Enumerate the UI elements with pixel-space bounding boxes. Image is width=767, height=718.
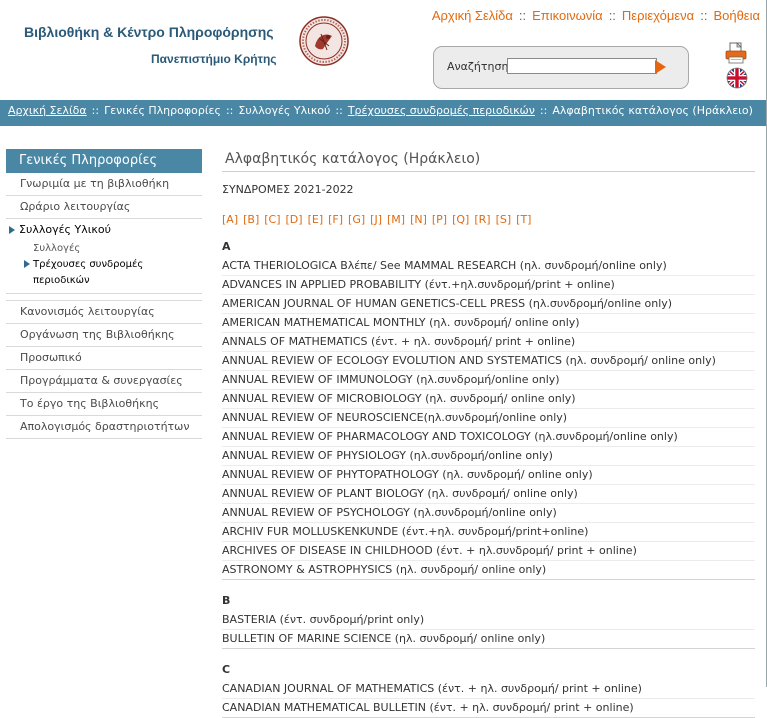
journal-section: C CANADIAN JOURNAL OF MATHEMATICS (έντ. +… bbox=[222, 663, 755, 718]
nav-contact-link[interactable]: Επικοινωνία bbox=[532, 8, 603, 23]
sidebar-item-opening-hours[interactable]: Ωράριο λειτουργίας bbox=[6, 196, 202, 219]
sidebar: Γενικές Πληροφορίες Γνωριμία με τη βιβλι… bbox=[6, 149, 202, 439]
sidebar-item-collections[interactable]: Συλλογές Υλικού bbox=[6, 219, 202, 241]
breadcrumb-home-link[interactable]: Αρχική Σελίδα bbox=[8, 104, 87, 117]
letter-link[interactable]: [M] bbox=[387, 213, 405, 226]
search-panel: Αναζήτηση bbox=[433, 46, 689, 89]
english-flag-icon[interactable] bbox=[725, 67, 749, 89]
letter-link[interactable]: [B] bbox=[243, 213, 259, 226]
section-letter: A bbox=[222, 240, 231, 253]
section-divider bbox=[222, 648, 755, 649]
library-title[interactable]: Βιβλιοθήκη & Κέντρο Πληροφόρησης bbox=[24, 24, 274, 40]
letter-link[interactable]: [P] bbox=[432, 213, 447, 226]
sidebar-item-programs[interactable]: Προγράμματα & συνεργασίες bbox=[6, 370, 202, 393]
sidebar-item-label: Συλλογές Υλικού bbox=[19, 223, 112, 236]
sidebar-item-organization[interactable]: Οργάνωση της Βιβλιοθήκης bbox=[6, 324, 202, 347]
letter-index: [A] [B] [C] [D] [E] [F] [G] [J] [M] [N] [P] [Q] [R] [… bbox=[222, 213, 755, 226]
nav-help-link[interactable]: Βοήθεια bbox=[713, 8, 760, 23]
journal-entry[interactable]: ANNUAL REVIEW OF IMMUNOLOGY (ηλ.συνδρομή… bbox=[222, 371, 755, 390]
letter-link[interactable]: [D] bbox=[286, 213, 303, 226]
university-seal-icon[interactable] bbox=[299, 16, 349, 66]
sidebar-subitem-label: Τρέχουσες συνδρομές περιοδικών bbox=[33, 259, 144, 286]
subscriptions-heading: ΣΥΝΔΡΟΜΕΣ 2021-2022 bbox=[222, 183, 354, 196]
search-input[interactable] bbox=[507, 58, 657, 74]
journal-entry[interactable]: ANNUAL REVIEW OF PSYCHOLOGY (ηλ.συνδρομή… bbox=[222, 504, 755, 523]
main-content: Αλφαβητικός κατάλογος (Ηράκλειο) ΣΥΝΔΡΟΜ… bbox=[222, 149, 755, 718]
journal-entry[interactable]: BASTERIA (έντ. συνδρομή/print only) bbox=[222, 611, 755, 630]
sidebar-item-activity-report[interactable]: Απολογισμός δραστηριοτήτων bbox=[6, 416, 202, 439]
letter-link[interactable]: [C] bbox=[264, 213, 280, 226]
letter-link[interactable]: [R] bbox=[474, 213, 490, 226]
letter-link[interactable]: [Q] bbox=[452, 213, 469, 226]
breadcrumb-general-info: Γενικές Πληροφορίες bbox=[104, 104, 221, 117]
sidebar-item-regulations[interactable]: Κανονισμός λειτουργίας bbox=[6, 301, 202, 324]
page-title: Αλφαβητικός κατάλογος (Ηράκλειο) bbox=[222, 149, 755, 172]
journal-entry[interactable]: AMERICAN JOURNAL OF HUMAN GENETICS-CELL … bbox=[222, 295, 755, 314]
journal-entry[interactable]: CANADIAN JOURNAL OF MATHEMATICS (έντ. + … bbox=[222, 680, 755, 699]
breadcrumb-current-page: Αλφαβητικός κατάλογος (Ηράκλειο) bbox=[552, 104, 753, 117]
letter-link[interactable]: [S] bbox=[496, 213, 512, 226]
section-letter: B bbox=[222, 594, 231, 607]
header: Βιβλιοθήκη & Κέντρο Πληροφόρησης Πανεπισ… bbox=[0, 0, 766, 100]
journal-entry[interactable]: ARCHIVES OF DISEASE IN CHILDHOOD (έντ. +… bbox=[222, 542, 755, 561]
sidebar-heading[interactable]: Γενικές Πληροφορίες bbox=[6, 149, 202, 173]
sidebar-subitem-current-subscriptions[interactable]: Τρέχουσες συνδρομές περιοδικών bbox=[6, 257, 202, 289]
letter-link[interactable]: [F] bbox=[328, 213, 343, 226]
arrow-right-icon bbox=[9, 225, 15, 234]
letter-link[interactable]: [N] bbox=[410, 213, 427, 226]
sidebar-subitem-collections[interactable]: Συλλογές bbox=[6, 241, 202, 257]
journal-list: A ACTA THERIOLOGICA Βλέπε/ See MAMMAL RES… bbox=[222, 240, 755, 718]
journal-entry[interactable]: ANNUAL REVIEW OF PHYTOPATHOLOGY (ηλ. συν… bbox=[222, 466, 755, 485]
breadcrumb: Αρχική Σελίδα:: Γενικές Πληροφορίες:: Συλλ… bbox=[0, 100, 766, 126]
letter-link[interactable]: [G] bbox=[348, 213, 365, 226]
journal-entry[interactable]: ANNUAL REVIEW OF PLANT BIOLOGY (ηλ. συνδ… bbox=[222, 485, 755, 504]
letter-link[interactable]: [E] bbox=[308, 213, 324, 226]
journal-entry[interactable]: ARCHIV FUR MOLLUSKENKUNDE (έντ.+ηλ. συνδ… bbox=[222, 523, 755, 542]
print-icon[interactable] bbox=[724, 42, 748, 64]
nav-home-link[interactable]: Αρχική Σελίδα bbox=[432, 8, 513, 23]
journal-entry[interactable]: ANNALS OF MATHEMATICS (έντ. + ηλ. συνδρο… bbox=[222, 333, 755, 352]
journal-entry[interactable]: ANNUAL REVIEW OF PHARMACOLOGY AND TOXICO… bbox=[222, 428, 755, 447]
sidebar-item-about-library[interactable]: Γνωριμία με τη βιβλιοθήκη bbox=[6, 173, 202, 196]
section-divider bbox=[222, 579, 755, 580]
sidebar-divider bbox=[6, 294, 202, 301]
journal-entry[interactable]: ANNUAL REVIEW OF PHYSIOLOGY (ηλ.συνδρομή… bbox=[222, 447, 755, 466]
sidebar-item-staff[interactable]: Προσωπικό bbox=[6, 347, 202, 370]
journal-entry[interactable]: ACTA THERIOLOGICA Βλέπε/ See MAMMAL RESE… bbox=[222, 257, 755, 276]
letter-link[interactable]: [T] bbox=[516, 213, 531, 226]
journal-entry[interactable]: AMERICAN MATHEMATICAL MONTHLY (ηλ. συνδρ… bbox=[222, 314, 755, 333]
arrow-right-icon bbox=[24, 260, 30, 268]
nav-contents-link[interactable]: Περιεχόμενα bbox=[622, 8, 694, 23]
breadcrumb-current-subscriptions-link[interactable]: Τρέχουσες συνδρομές περιοδικών bbox=[348, 104, 535, 117]
journal-entry[interactable]: ANNUAL REVIEW OF NEUROSCIENCE(ηλ.συνδρομ… bbox=[222, 409, 755, 428]
section-letter: C bbox=[222, 663, 231, 676]
top-navigation: Αρχική Σελίδα:: Επικοινωνία:: Περιεχόμενα:… bbox=[431, 8, 760, 23]
sidebar-item-library-work[interactable]: Το έργο της Βιβλιοθήκης bbox=[6, 393, 202, 416]
journal-section: B BASTERIA (έντ. συνδρομή/print only) BULL… bbox=[222, 594, 755, 649]
journal-entry[interactable]: ASTRONOMY & ASTROPHYSICS (ηλ. συνδρομή/ … bbox=[222, 561, 755, 579]
journal-entry[interactable]: ANNUAL REVIEW OF ECOLOGY EVOLUTION AND S… bbox=[222, 352, 755, 371]
university-title[interactable]: Πανεπιστήμιο Κρήτης bbox=[151, 52, 277, 66]
sidebar-submenu: Συλλογές Τρέχουσες συνδρομές περιοδικών bbox=[6, 241, 202, 294]
letter-link[interactable]: [J] bbox=[370, 213, 382, 226]
journal-entry[interactable]: ADVANCES IN APPLIED PROBABILITY (έντ.+ηλ… bbox=[222, 276, 755, 295]
letter-link[interactable]: [A] bbox=[222, 213, 238, 226]
journal-section: A ACTA THERIOLOGICA Βλέπε/ See MAMMAL RES… bbox=[222, 240, 755, 580]
search-go-arrow-icon[interactable] bbox=[655, 60, 666, 74]
search-label: Αναζήτηση bbox=[447, 60, 509, 73]
journal-entry[interactable]: ANNUAL REVIEW OF MICROBIOLOGY (ηλ. συνδρ… bbox=[222, 390, 755, 409]
journal-entry[interactable]: CANADIAN MATHEMATICAL BULLETIN (έντ. + η… bbox=[222, 699, 755, 717]
journal-entry[interactable]: BULLETIN OF MARINE SCIENCE (ηλ. συνδρομή… bbox=[222, 630, 755, 648]
breadcrumb-collections: Συλλογές Υλικού bbox=[238, 104, 331, 117]
